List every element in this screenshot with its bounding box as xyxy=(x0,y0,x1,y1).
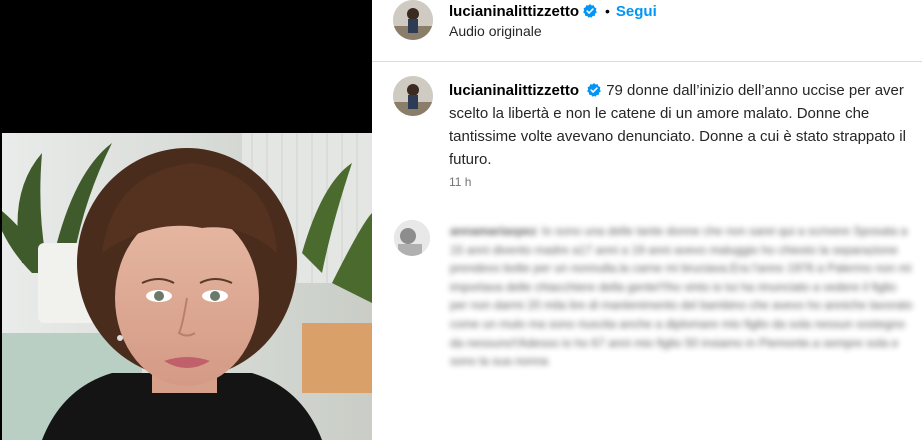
verified-badge-icon xyxy=(583,4,597,18)
post-header: lucianinalittizzetto • Segui Audio origi… xyxy=(372,0,922,62)
comment-text: Io sono una delle tante donne che non sa… xyxy=(450,224,913,369)
comment: annamariaxpez Io sono una delle tante don… xyxy=(450,222,916,371)
comment-username[interactable]: annamariaxpez xyxy=(450,224,537,238)
follow-button[interactable]: Segui xyxy=(616,3,657,20)
post-sidebar: lucianinalittizzetto • Segui Audio origi… xyxy=(372,0,922,440)
header-row: lucianinalittizzetto • Segui xyxy=(449,1,657,21)
caption-author-avatar[interactable] xyxy=(393,76,433,116)
post-caption: lucianinalittizzetto 79 donne dall’inizi… xyxy=(449,79,915,171)
post-timestamp[interactable]: 11 h xyxy=(449,175,471,189)
caption-username[interactable]: lucianinalittizzetto xyxy=(449,82,579,99)
author-avatar[interactable] xyxy=(393,0,433,40)
post-photo xyxy=(2,133,372,440)
comment-avatar[interactable] xyxy=(394,220,430,256)
audio-link[interactable]: Audio originale xyxy=(449,23,542,39)
author-username[interactable]: lucianinalittizzetto xyxy=(449,3,579,20)
post-media[interactable] xyxy=(0,0,372,440)
verified-badge-icon xyxy=(587,81,602,97)
separator-dot: • xyxy=(605,3,610,19)
